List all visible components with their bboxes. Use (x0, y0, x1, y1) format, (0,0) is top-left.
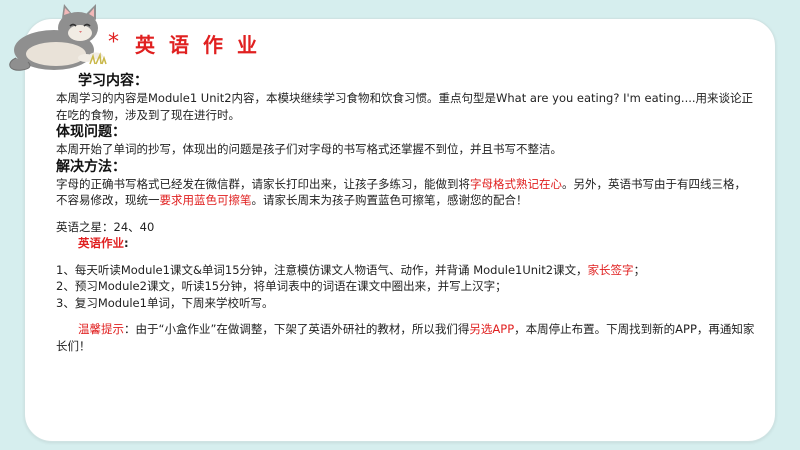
homework-heading-colon: : (124, 236, 129, 250)
homework-item-2: 2、预习Module2课文，听读15分钟，将单词表中的词语在课文中圈出来，并写上… (56, 279, 507, 293)
homework-heading: 英语作业: (56, 235, 756, 252)
stars-label: 英语之星： (56, 219, 114, 234)
solution-text-a: 字母的正确书写格式已经发在微信群，请家长打印出来，让孩子多练习，能做到将 (56, 176, 470, 191)
cat-icon (9, 4, 107, 71)
homework-item-1: 1、每天听读Module1课文&单词15分钟，注意模仿课文人物语气、动作，并背诵… (56, 262, 756, 279)
homework-item-1-highlight: 家长签字 (587, 262, 634, 277)
homework-item-1-text: 1、每天听读Module1课文&单词15分钟，注意模仿课文人物语气、动作，并背诵… (56, 262, 588, 277)
problem-text: 本周开始了单词的抄写，体现出的问题是孩子们对字母的书写格式还掌握不到位，并且书写… (56, 142, 562, 156)
title-star-icon: * (108, 30, 119, 55)
solution-highlight-a: 字母格式熟记在心 (470, 176, 562, 191)
tip-highlight: 另选APP (469, 322, 515, 336)
tip-text-a: ：由于“小盒作业”在做调整，下架了英语外研社的教材，所以我们得 (124, 322, 470, 336)
document-body: 学习内容： 本周学习的内容是Module1 Unit2内容，本模块继续学习食物和… (56, 72, 756, 354)
tip-label: 温馨提示 (78, 322, 124, 336)
study-text: 本周学习的内容是Module1 Unit2内容，本模块继续学习食物和饮食习惯。重… (56, 91, 754, 122)
stars-value: 24、40 (113, 219, 155, 234)
study-heading: 学习内容： (78, 73, 148, 89)
solution-text-c: 。请家长周末为孩子购置蓝色可擦笔，感谢您的配合！ (251, 193, 528, 207)
tip-paragraph: 温馨提示：由于“小盒作业”在做调整，下架了英语外研社的教材，所以我们得另选APP… (56, 321, 756, 354)
homework-item-1-end: ； (633, 262, 646, 277)
homework-heading-text: 英语作业 (78, 236, 124, 250)
page-title: * 英语作业 (108, 28, 308, 58)
stars-line: 英语之星：24、40 (56, 219, 756, 236)
solution-heading: 解决方法： (56, 158, 126, 175)
solution-highlight-b: 要求用蓝色可擦笔 (159, 193, 252, 207)
solution-text: 字母的正确书写格式已经发在微信群，请家长打印出来，让孩子多练习，能做到将字母格式… (56, 176, 756, 209)
homework-item-3: 3、复习Module1单词，下周来学校听写。 (56, 295, 274, 310)
problem-heading: 体现问题： (56, 124, 126, 140)
title-text: 英语作业 (135, 32, 271, 57)
